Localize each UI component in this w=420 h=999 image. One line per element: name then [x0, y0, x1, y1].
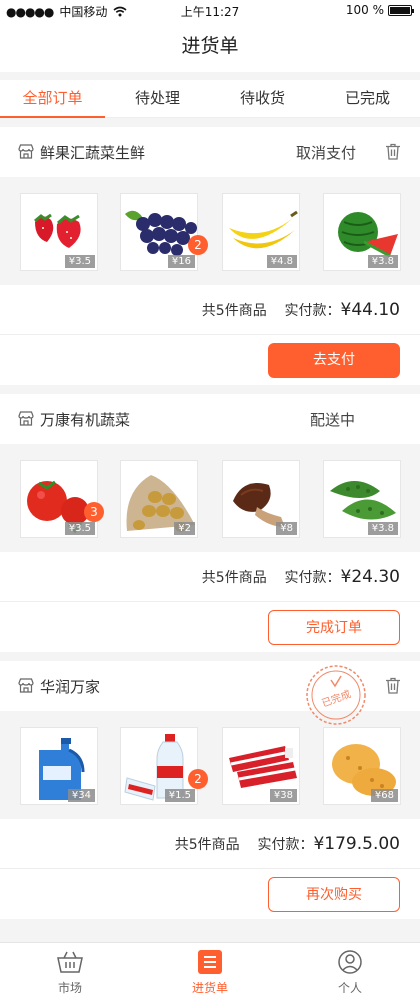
price-tag: ¥8 [276, 522, 297, 535]
basket-icon [57, 951, 83, 973]
quantity-badge: 3 [84, 502, 104, 522]
page-title: 进货单 [0, 20, 420, 72]
order-tabs: 全部订单 待处理 待收货 已完成 [0, 80, 420, 118]
paid-label: 实付款： [284, 303, 341, 319]
product-thumb-toothpaste[interactable]: ¥38 [222, 727, 300, 805]
item-count: 共5件商品 [174, 837, 240, 853]
store-icon [18, 678, 34, 693]
price-tag: ¥16 [167, 255, 195, 268]
nav-label: 市场 [57, 981, 82, 995]
product-thumb-watermelon[interactable]: ¥3.8 [323, 193, 401, 271]
completed-stamp: 已完成 [306, 665, 366, 725]
price-tag: ¥4.8 [266, 255, 297, 268]
quantity-badge: 2 [188, 769, 208, 789]
nav-market[interactable]: 市场 [0, 943, 140, 999]
order-status: 配送中 [310, 411, 356, 429]
product-thumb-strawberry[interactable]: ¥3.5 [20, 193, 98, 271]
shop-header[interactable]: 鲜果汇蔬菜生鲜 取消支付 [0, 127, 420, 177]
price-tag: ¥3.8 [367, 255, 398, 268]
tab-completed[interactable]: 已完成 [315, 80, 420, 117]
item-count: 共5件商品 [201, 303, 267, 319]
product-thumb-water-bottle[interactable]: ¥1.5 [120, 727, 198, 805]
order-card: 万康有机蔬菜 配送中 ¥3.5 3 ¥2 ¥8 ¥3.8 共5件商品 实付款：¥… [0, 394, 420, 652]
product-thumb-potato[interactable]: ¥2 [120, 460, 198, 538]
battery-icon [388, 4, 414, 16]
tab-to-receive[interactable]: 待收货 [210, 80, 315, 117]
cancel-payment-link[interactable]: 取消支付 [296, 142, 356, 163]
order-summary: 共5件商品 实付款：¥44.10 [0, 285, 420, 335]
product-thumb-pastry[interactable]: ¥68 [323, 727, 401, 805]
goods-row: ¥3.5 ¥16 2 ¥4.8 ¥3.8 [0, 177, 420, 285]
buy-again-button[interactable]: 再次购买 [268, 877, 400, 912]
price-tag: ¥3.8 [367, 522, 398, 535]
stamp-text: 已完成 [320, 687, 353, 709]
price-tag: ¥68 [370, 789, 398, 802]
product-thumb-mushroom[interactable]: ¥8 [222, 460, 300, 538]
bottom-nav: 市场 进货单 个人 [0, 942, 420, 999]
paid-label: 实付款： [284, 570, 341, 586]
paid-amount: ¥44.10 [340, 300, 400, 320]
shop-header[interactable]: 万康有机蔬菜 配送中 [0, 394, 420, 444]
price-tag: ¥2 [174, 522, 195, 535]
user-icon [338, 950, 362, 974]
goods-row: ¥3.5 3 ¥2 ¥8 ¥3.8 [0, 444, 420, 552]
order-card: 鲜果汇蔬菜生鲜 取消支付 ¥3.5 ¥16 2 ¥4.8 ¥3.8 共5件商品 … [0, 127, 420, 385]
store-icon [18, 144, 34, 159]
shop-name: 万康有机蔬菜 [40, 411, 131, 429]
price-tag: ¥1.5 [164, 789, 195, 802]
battery-percent: 100 % [345, 3, 384, 17]
status-bar: ●●●●● 中国移动 上午11:27 100 % [0, 0, 420, 20]
product-thumb-banana[interactable]: ¥4.8 [222, 193, 300, 271]
item-count: 共5件商品 [201, 570, 267, 586]
action-row: 再次购买 [0, 869, 420, 919]
trash-icon[interactable] [385, 677, 401, 694]
quantity-badge: 2 [188, 235, 208, 255]
shop-name: 华润万家 [40, 678, 101, 696]
goods-row: ¥34 ¥1.5 2 ¥38 ¥68 [0, 711, 420, 819]
product-thumb-detergent[interactable]: ¥34 [20, 727, 98, 805]
product-thumb-grapes[interactable]: ¥16 [120, 193, 198, 271]
price-tag: ¥3.5 [64, 522, 95, 535]
nav-label: 进货单 [191, 981, 228, 995]
tab-all-orders[interactable]: 全部订单 [0, 80, 105, 118]
nav-label: 个人 [337, 981, 362, 995]
nav-purchase-list[interactable]: 进货单 [140, 943, 280, 999]
paid-label: 实付款： [257, 837, 314, 853]
order-summary: 共5件商品 实付款：¥24.30 [0, 552, 420, 602]
order-summary: 共5件商品 实付款：¥179.5.00 [0, 819, 420, 869]
list-icon [198, 950, 222, 974]
product-thumb-tomato[interactable]: ¥3.5 [20, 460, 98, 538]
price-tag: ¥34 [67, 789, 95, 802]
action-row: 去支付 [0, 335, 420, 385]
paid-amount: ¥24.30 [340, 567, 400, 587]
trash-icon[interactable] [385, 143, 401, 160]
complete-order-button[interactable]: 完成订单 [268, 610, 400, 645]
store-icon [18, 411, 34, 426]
price-tag: ¥38 [269, 789, 297, 802]
shop-name: 鲜果汇蔬菜生鲜 [40, 144, 146, 162]
paid-amount: ¥179.5.00 [313, 834, 400, 854]
price-tag: ¥3.5 [64, 255, 95, 268]
product-thumb-bitter-melon[interactable]: ¥3.8 [323, 460, 401, 538]
action-row: 完成订单 [0, 602, 420, 652]
go-pay-button[interactable]: 去支付 [268, 343, 400, 378]
tab-pending[interactable]: 待处理 [105, 80, 210, 117]
nav-profile[interactable]: 个人 [280, 943, 420, 999]
